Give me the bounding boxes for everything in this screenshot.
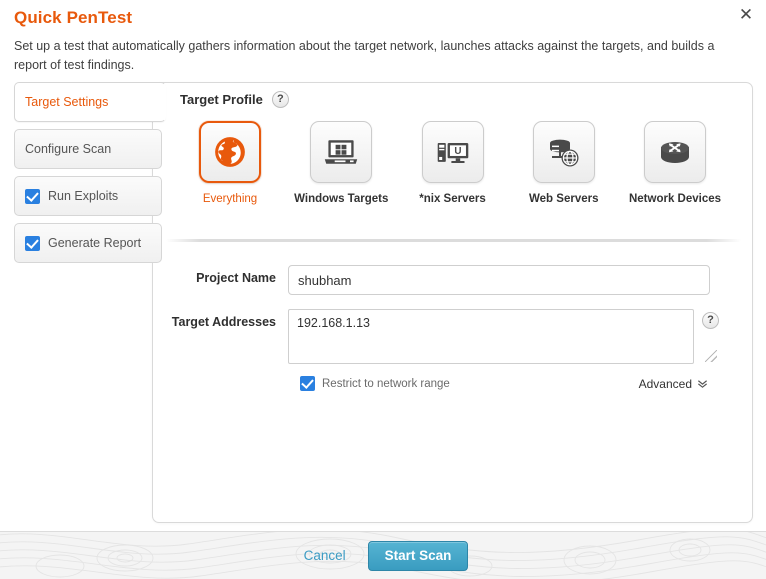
dialog-footer: Cancel Start Scan <box>0 531 766 579</box>
server-globe-icon <box>549 139 579 167</box>
svg-text:U: U <box>454 146 461 157</box>
target-settings-form: Project Name Target Addresses ? Restrict… <box>153 265 754 391</box>
profile-tile: U <box>421 121 484 183</box>
target-addresses-textarea[interactable] <box>288 309 694 364</box>
sidebar-item-generate-report[interactable]: Generate Report <box>14 223 162 263</box>
profile-option-nix-servers[interactable]: U *nix Servers <box>403 121 503 207</box>
sidebar-item-target-settings[interactable]: Target Settings <box>14 82 166 122</box>
dialog-body: Target Settings Configure Scan Run Explo… <box>0 82 766 531</box>
target-options-row: Restrict to network range Advanced <box>300 376 708 391</box>
target-addresses-row: Target Addresses ? <box>153 309 754 364</box>
project-name-label: Project Name <box>196 271 276 285</box>
cancel-button[interactable]: Cancel <box>298 547 352 564</box>
dialog-header: Quick PenTest Set up a test that automat… <box>0 0 766 76</box>
restrict-network-range-label: Restrict to network range <box>322 377 450 390</box>
section-divider <box>166 239 741 242</box>
restrict-network-range-checkbox[interactable] <box>300 376 315 391</box>
profile-option-web-servers[interactable]: Web Servers <box>514 121 614 207</box>
project-name-input[interactable] <box>288 265 710 295</box>
laptop-windows-icon <box>325 140 358 164</box>
sidebar-item-run-exploits[interactable]: Run Exploits <box>14 176 162 216</box>
start-scan-button[interactable]: Start Scan <box>367 540 469 571</box>
profile-label: Network Devices <box>628 193 722 205</box>
target-profile-options: Everything Windows Targets U *nix Server… <box>180 121 725 207</box>
help-icon[interactable]: ? <box>271 91 289 108</box>
generate-report-checkbox[interactable] <box>25 235 40 251</box>
close-icon[interactable]: ✕ <box>734 2 758 26</box>
target-profile-heading: Target Profile <box>180 92 263 107</box>
profile-label: *nix Servers <box>419 193 486 205</box>
sidebar-item-label: Target Settings <box>25 95 109 109</box>
profile-tile <box>199 121 261 183</box>
sidebar-item-label: Generate Report <box>48 236 142 250</box>
unix-desktop-icon: U <box>437 143 468 163</box>
target-profile-header: Target Profile ? <box>180 91 289 108</box>
profile-label: Everything <box>202 193 258 205</box>
router-icon <box>661 142 689 163</box>
sidebar-item-label: Configure Scan <box>25 142 112 156</box>
advanced-toggle[interactable]: Advanced <box>639 377 708 391</box>
wizard-step-rail: Target Settings Configure Scan Run Explo… <box>14 82 166 270</box>
profile-tile <box>310 121 373 183</box>
profile-option-windows-targets[interactable]: Windows Targets <box>291 121 391 207</box>
target-addresses-help-icon[interactable]: ? <box>702 312 719 329</box>
resize-grip-icon[interactable] <box>705 350 717 362</box>
target-settings-panel: Target Profile ? Everything Windows Targ… <box>152 82 753 523</box>
quick-pentest-dialog: Quick PenTest Set up a test that automat… <box>0 0 766 579</box>
profile-option-everything[interactable]: Everything <box>180 121 280 207</box>
target-addresses-label: Target Addresses <box>171 315 276 329</box>
globe-icon <box>215 137 245 167</box>
project-name-row: Project Name <box>153 265 754 295</box>
page-title: Quick PenTest <box>14 8 133 27</box>
run-exploits-checkbox[interactable] <box>25 188 40 204</box>
advanced-label: Advanced <box>638 376 692 391</box>
sidebar-item-label: Run Exploits <box>48 189 119 203</box>
profile-tile <box>644 121 706 183</box>
profile-option-network-devices[interactable]: Network Devices <box>625 121 725 207</box>
sidebar-item-configure-scan[interactable]: Configure Scan <box>14 129 162 169</box>
profile-label: Web Servers <box>529 193 599 205</box>
profile-label: Windows Targets <box>294 193 389 205</box>
dialog-description: Set up a test that automatically gathers… <box>14 39 715 73</box>
profile-tile <box>532 121 595 183</box>
chevron-down-icon <box>698 380 707 388</box>
restrict-to-network-range-option[interactable]: Restrict to network range <box>300 376 450 391</box>
